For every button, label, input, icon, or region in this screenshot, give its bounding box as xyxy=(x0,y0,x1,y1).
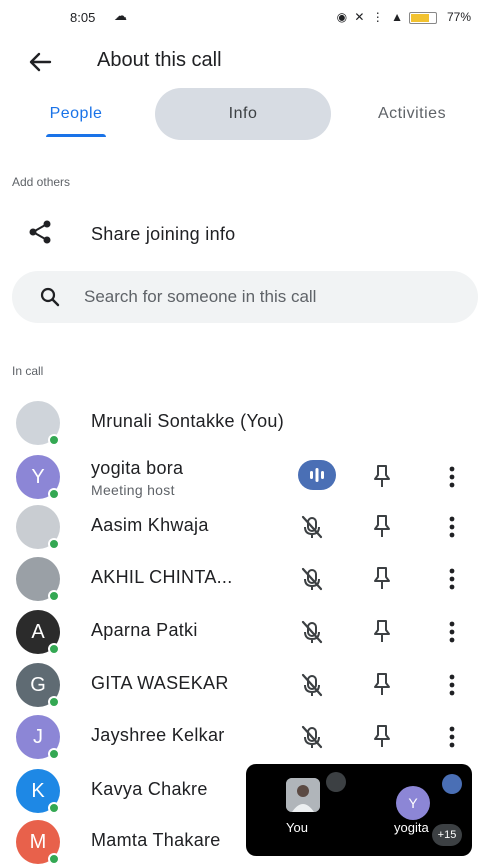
active-tab-indicator xyxy=(46,134,106,137)
self-tile-label: You xyxy=(286,820,308,835)
pin-icon xyxy=(374,465,390,487)
more-vert-icon xyxy=(449,726,455,748)
more-vert-icon xyxy=(449,674,455,696)
share-icon xyxy=(29,220,51,244)
participant-row[interactable]: A Aparna Patki xyxy=(0,605,491,657)
mic-off-icon xyxy=(301,673,323,697)
speaking-indicator-icon xyxy=(442,774,462,794)
self-video-thumbnail xyxy=(286,778,320,812)
other-tile-label: yogita xyxy=(394,820,429,835)
pin-icon xyxy=(374,515,390,537)
pin-button[interactable] xyxy=(370,565,394,591)
more-options-button[interactable] xyxy=(442,463,462,491)
floating-video-tiles[interactable]: You Y yogita +15 xyxy=(246,764,472,856)
online-status-dot xyxy=(48,538,60,550)
more-options-button[interactable] xyxy=(442,513,462,541)
participant-name: yogita bora xyxy=(91,458,184,478)
more-vert-icon xyxy=(449,466,455,488)
participant-row[interactable]: Mrunali Sontakke (You) xyxy=(0,396,491,448)
pin-button[interactable] xyxy=(370,513,394,539)
mute-status xyxy=(298,671,326,699)
status-icons: ◉ ✕ ⋮ ▲ xyxy=(336,10,405,24)
mic-off-icon xyxy=(301,515,323,539)
more-vert-icon xyxy=(449,568,455,590)
more-options-button[interactable] xyxy=(442,671,462,699)
pin-icon xyxy=(374,567,390,589)
back-button[interactable] xyxy=(24,46,56,78)
online-status-dot xyxy=(48,696,60,708)
battery-percent: 77% xyxy=(446,10,471,24)
mute-status xyxy=(298,618,326,646)
more-options-button[interactable] xyxy=(442,565,462,593)
pin-icon xyxy=(374,620,390,642)
online-status-dot xyxy=(48,590,60,602)
mic-off-icon xyxy=(301,620,323,644)
person-photo-icon xyxy=(286,778,320,812)
tab-people[interactable]: People xyxy=(22,88,130,140)
pin-button[interactable] xyxy=(370,723,394,749)
audio-wave-icon xyxy=(310,468,324,482)
mute-status xyxy=(298,723,326,751)
participant-name: Mrunali Sontakke (You) xyxy=(91,411,285,431)
online-status-dot xyxy=(48,748,60,760)
search-input[interactable] xyxy=(84,271,464,323)
app-header: About this call xyxy=(0,36,491,86)
pin-button[interactable] xyxy=(370,463,394,489)
self-mic-icon xyxy=(326,772,346,792)
more-vert-icon xyxy=(449,621,455,643)
status-bar: 8:05 ☁ ◉ ✕ ⋮ ▲ 77% xyxy=(0,0,491,36)
participant-name: Kavya Chakre xyxy=(91,779,208,799)
share-joining-info-label: Share joining info xyxy=(91,224,236,244)
participant-name: AKHIL CHINTA... xyxy=(91,567,233,587)
mic-off-icon xyxy=(301,567,323,591)
speaking-indicator xyxy=(298,460,336,490)
add-others-label: Add others xyxy=(12,175,71,189)
participant-name: Jayshree Kelkar xyxy=(91,725,225,745)
in-call-label: In call xyxy=(12,364,44,378)
online-status-dot xyxy=(48,802,60,814)
battery-level xyxy=(411,14,429,22)
search-box xyxy=(12,271,478,323)
status-time: 8:05 xyxy=(70,10,96,25)
participant-row[interactable]: Yyogita bora Meeting host xyxy=(0,450,491,502)
participant-row[interactable]: G GITA WASEKAR xyxy=(0,658,491,710)
online-status-dot xyxy=(48,853,60,865)
pin-button[interactable] xyxy=(370,618,394,644)
online-status-dot xyxy=(48,488,60,500)
pin-icon xyxy=(374,725,390,747)
more-participants-badge[interactable]: +15 xyxy=(432,824,462,846)
share-joining-info-button[interactable]: Share joining info xyxy=(0,210,491,260)
pin-icon xyxy=(374,673,390,695)
participant-name: Aparna Patki xyxy=(91,620,198,640)
mute-status xyxy=(298,513,326,541)
tab-bar: People Info Activities xyxy=(0,88,491,142)
mic-off-icon xyxy=(301,725,323,749)
participant-row[interactable]: Aasim Khwaja xyxy=(0,500,491,552)
participant-name: GITA WASEKAR xyxy=(91,673,229,693)
arrow-back-icon xyxy=(29,52,52,72)
pin-button[interactable] xyxy=(370,671,394,697)
cloud-icon: ☁ xyxy=(114,8,127,23)
online-status-dot xyxy=(48,434,60,446)
more-options-button[interactable] xyxy=(442,618,462,646)
participant-row[interactable]: J Jayshree Kelkar xyxy=(0,710,491,762)
more-vert-icon xyxy=(449,516,455,538)
participant-name: Aasim Khwaja xyxy=(91,515,209,535)
page-title: About this call xyxy=(97,49,222,71)
participant-row[interactable]: AKHIL CHINTA... xyxy=(0,552,491,604)
battery-icon xyxy=(409,12,437,24)
tab-activities[interactable]: Activities xyxy=(352,88,472,140)
search-icon xyxy=(40,287,60,307)
participant-role: Meeting host xyxy=(91,482,175,498)
more-options-button[interactable] xyxy=(442,723,462,751)
tab-info[interactable]: Info xyxy=(155,88,331,140)
other-tile-avatar: Y xyxy=(396,786,430,820)
participant-name: Mamta Thakare xyxy=(91,830,221,850)
online-status-dot xyxy=(48,643,60,655)
mute-status xyxy=(298,565,326,593)
